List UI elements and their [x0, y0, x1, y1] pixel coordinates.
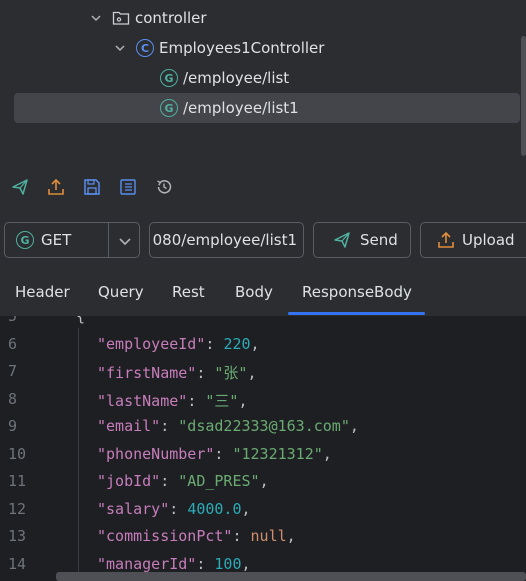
tab-rest[interactable]: Rest	[172, 272, 205, 312]
tree-scrollbar[interactable]	[521, 36, 526, 156]
endpoint-tree: controller C Employees1Controller G /emp…	[0, 0, 526, 160]
json-key: "firstName"	[97, 364, 197, 382]
tab-body[interactable]: Body	[235, 272, 273, 312]
json-value: null	[250, 527, 287, 545]
json-line: "email": "dsad22333@163.com",	[97, 417, 359, 435]
response-body-editor[interactable]: 5 6 7 8 9 10 11 12 13 14 { "employeeId":…	[0, 316, 526, 581]
line-number: 8	[8, 390, 18, 408]
line-number-gutter: 5 6 7 8 9 10 11 12 13 14	[0, 316, 44, 581]
json-key: "lastName"	[97, 392, 188, 410]
tab-query[interactable]: Query	[98, 272, 144, 312]
get-method-icon: G	[160, 99, 178, 117]
endpoint-label: /employee/list1	[183, 99, 299, 117]
chevron-down-icon[interactable]	[117, 234, 133, 248]
json-key: "jobId"	[97, 472, 161, 490]
send-label: Send	[360, 231, 398, 249]
json-value: "三"	[205, 392, 239, 410]
json-line: "firstName": "张",	[97, 364, 257, 382]
tree-node-class[interactable]: C Employees1Controller	[113, 33, 324, 63]
line-number: 9	[8, 417, 18, 435]
send-icon	[332, 230, 352, 250]
json-key: "salary"	[97, 500, 170, 518]
json-key: "commissionPct"	[97, 527, 233, 545]
tree-node-controller[interactable]: controller	[89, 3, 207, 33]
send-button[interactable]: Send	[313, 222, 411, 258]
chevron-down-icon[interactable]	[89, 11, 103, 25]
json-value: "AD_PRES"	[178, 472, 260, 490]
active-tab-indicator	[288, 312, 425, 315]
json-value: 100	[214, 555, 242, 573]
class-label: Employees1Controller	[159, 39, 325, 57]
folder-label: controller	[135, 9, 207, 27]
method-divider	[108, 223, 109, 257]
list-icon[interactable]	[118, 177, 138, 197]
export-icon[interactable]	[46, 177, 66, 197]
url-value: 080/employee/list1	[152, 231, 297, 249]
json-line: "managerId": 100,	[97, 555, 251, 573]
chevron-down-icon[interactable]	[113, 41, 127, 55]
line-number: 12	[8, 500, 27, 518]
folder-icon	[112, 9, 130, 27]
toolbar	[10, 175, 174, 199]
json-line: "jobId": "AD_PRES",	[97, 472, 269, 490]
line-number: 14	[8, 555, 27, 573]
tab-responsebody[interactable]: ResponseBody	[302, 272, 412, 312]
send-icon[interactable]	[10, 177, 30, 197]
line-number: 10	[8, 445, 27, 463]
json-value: "12321312"	[232, 445, 323, 463]
json-value: 4000.0	[187, 500, 242, 518]
json-value: "张"	[214, 364, 248, 382]
line-number: 13	[8, 527, 27, 545]
json-line: "lastName": "三",	[97, 392, 248, 410]
tab-header[interactable]: Header	[15, 272, 70, 312]
method-value: GET	[41, 231, 72, 249]
get-method-icon: G	[16, 231, 34, 249]
history-icon[interactable]	[154, 177, 174, 197]
request-tabs: Header Query Rest Body ResponseBody	[0, 272, 526, 316]
editor-horizontal-scrollbar[interactable]	[56, 572, 526, 581]
indent-guide	[78, 328, 79, 581]
json-key: "employeeId"	[97, 335, 206, 353]
class-icon: C	[136, 39, 154, 57]
upload-label: Upload	[462, 231, 515, 249]
upload-icon	[436, 230, 456, 250]
endpoint-label: /employee/list	[183, 69, 290, 87]
json-line: "salary": 4000.0,	[97, 500, 251, 518]
json-line: "phoneNumber": "12321312",	[97, 445, 332, 463]
line-number: 11	[8, 472, 27, 490]
json-key: "email"	[97, 417, 161, 435]
json-open-brace: {	[76, 316, 86, 325]
tree-node-endpoint-list[interactable]: G /employee/list	[160, 63, 289, 93]
save-icon[interactable]	[82, 177, 102, 197]
json-key: "phoneNumber"	[97, 445, 215, 463]
json-value: 220	[223, 335, 251, 353]
request-bar: G GET 080/employee/list1 Send Upload	[0, 222, 526, 258]
get-method-icon: G	[160, 69, 178, 87]
json-value: "dsad22333@163.com"	[178, 417, 350, 435]
tree-node-endpoint-list1[interactable]: G /employee/list1	[14, 93, 520, 123]
upload-button[interactable]: Upload	[420, 222, 526, 258]
json-key: "managerId"	[97, 555, 197, 573]
line-number: 6	[8, 335, 18, 353]
method-select[interactable]: G GET	[4, 222, 140, 258]
json-line: "commissionPct": null,	[97, 527, 296, 545]
url-input[interactable]: 080/employee/list1	[149, 222, 304, 258]
line-number: 5	[8, 316, 18, 325]
line-number: 7	[8, 362, 18, 380]
json-line: "employeeId": 220,	[97, 335, 260, 353]
